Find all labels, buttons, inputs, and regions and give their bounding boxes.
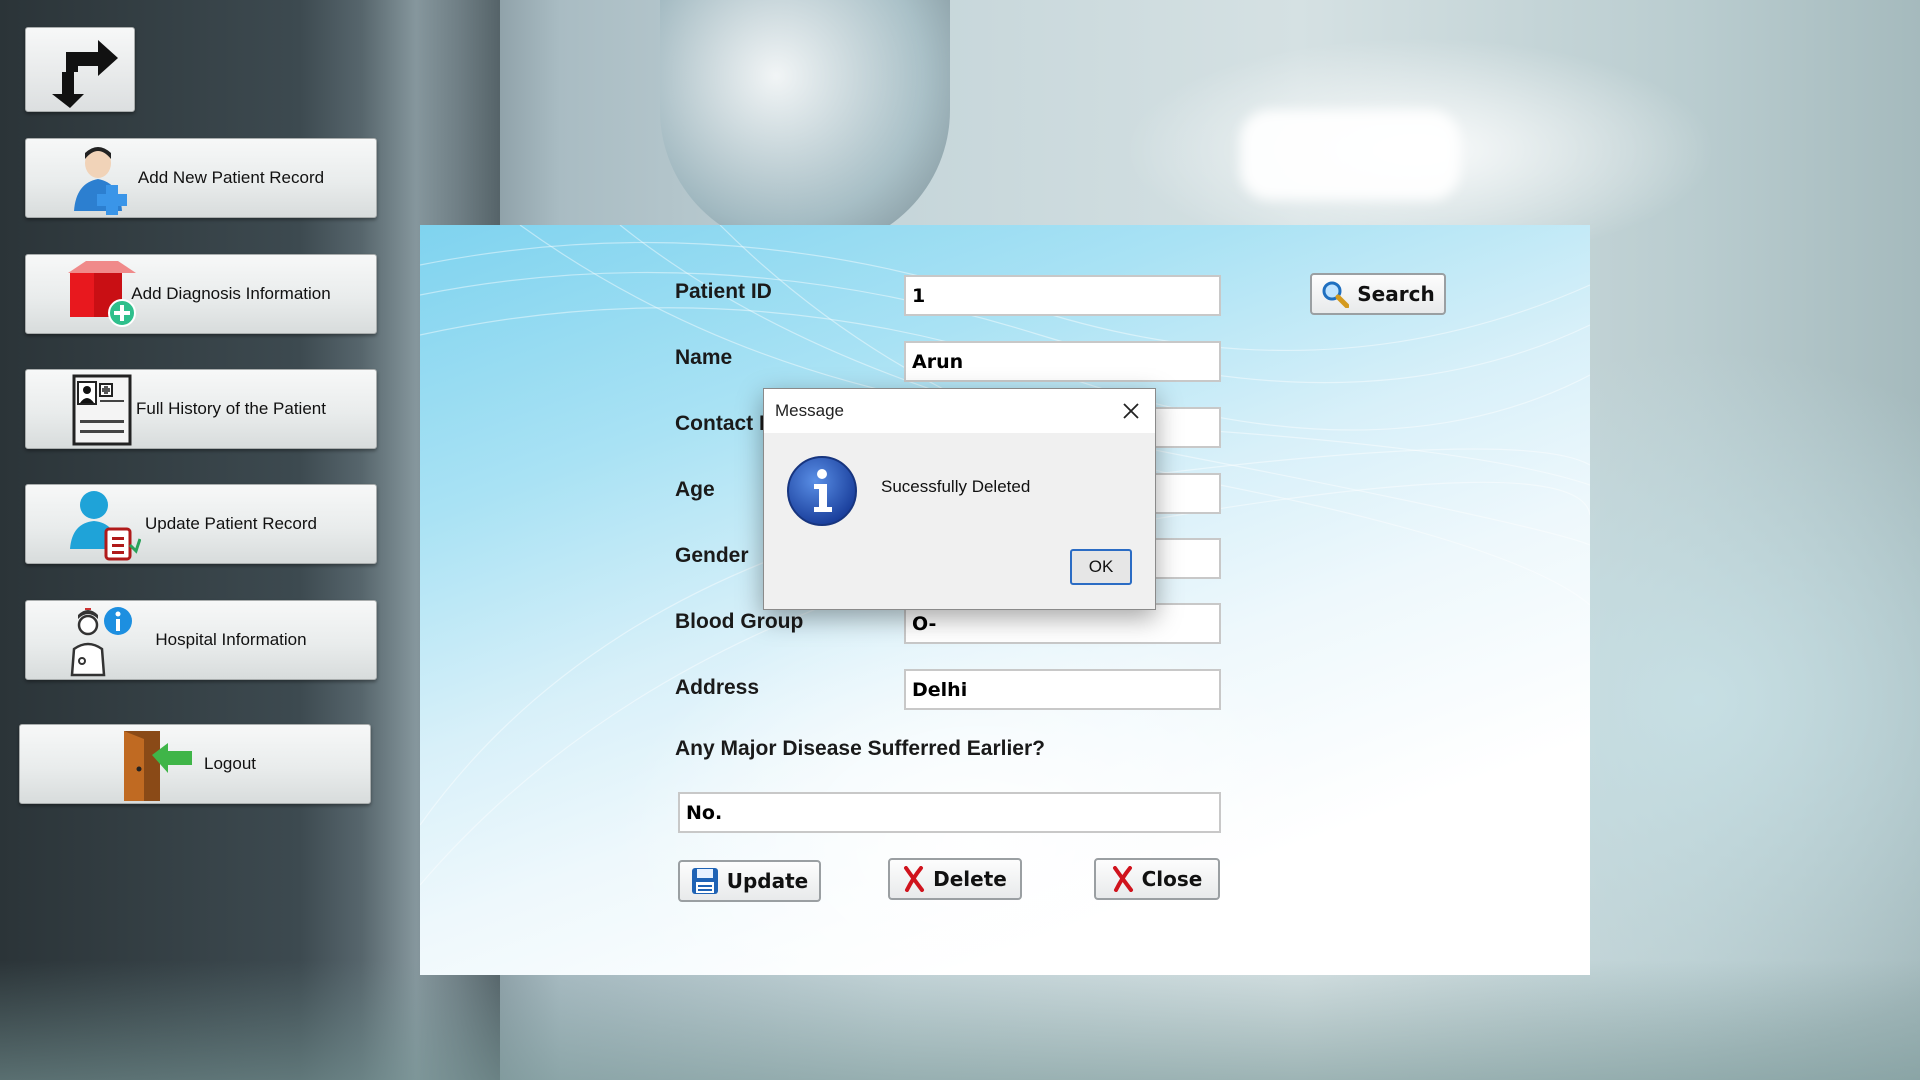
name-label: Name	[675, 346, 733, 369]
search-button-label: Search	[1357, 282, 1435, 306]
delete-button[interactable]: Delete	[888, 858, 1022, 900]
background-ceiling-light	[1240, 110, 1460, 200]
patient-id-input[interactable]: 1	[904, 275, 1221, 316]
sidebar-item-label: Hospital Information	[155, 630, 307, 649]
sidebar-item-label: Add New Patient Record	[137, 168, 325, 187]
save-floppy-icon	[691, 868, 718, 894]
search-button[interactable]: Search	[1310, 273, 1446, 315]
ok-button[interactable]: OK	[1070, 549, 1132, 585]
back-arrow-icon	[52, 40, 118, 108]
search-icon	[1322, 281, 1350, 308]
delete-x-icon	[904, 866, 925, 892]
info-icon	[787, 456, 857, 526]
address-label: Address	[675, 676, 760, 699]
add-diagnosis-button[interactable]: Add Diagnosis Information	[25, 254, 377, 334]
blood-group-label: Blood Group	[675, 610, 804, 633]
patient-id-label: Patient ID	[675, 280, 772, 303]
sidebar-item-label: Full History of the Patient	[136, 399, 326, 418]
full-history-button[interactable]: Full History of the Patient	[25, 369, 377, 449]
disease-input[interactable]: No.	[678, 792, 1221, 833]
dialog-title: Message	[775, 401, 844, 420]
hospital-info-button[interactable]: Hospital Information	[25, 600, 377, 680]
background-floor	[0, 960, 1920, 1080]
name-input[interactable]: Arun	[904, 341, 1221, 382]
close-button[interactable]: Close	[1094, 858, 1220, 900]
message-dialog: Message Sucessfully Deleted OK	[763, 388, 1156, 610]
dialog-title-bar: Message	[764, 389, 1155, 433]
sidebar-item-label: Logout	[204, 754, 256, 773]
sidebar-item-label: Add Diagnosis Information	[131, 284, 331, 303]
close-x-icon	[1112, 866, 1133, 892]
disease-question-label: Any Major Disease Sufferred Earlier?	[675, 737, 1045, 760]
ok-button-label: OK	[1088, 557, 1114, 576]
background-iv-bottle	[660, 0, 950, 250]
update-button-label: Update	[726, 869, 809, 893]
age-label: Age	[675, 478, 715, 501]
add-new-patient-button[interactable]: Add New Patient Record	[25, 138, 377, 218]
close-button-label: Close	[1141, 867, 1203, 891]
back-button[interactable]	[25, 27, 135, 112]
dialog-message: Sucessfully Deleted	[881, 477, 1031, 496]
close-icon[interactable]	[1119, 399, 1143, 423]
update-button[interactable]: Update	[678, 860, 821, 902]
logout-button[interactable]: Logout	[19, 724, 371, 804]
gender-label: Gender	[675, 544, 749, 567]
delete-button-label: Delete	[933, 867, 1007, 891]
update-patient-button[interactable]: Update Patient Record	[25, 484, 377, 564]
sidebar-item-label: Update Patient Record	[145, 514, 317, 533]
address-input[interactable]: Delhi	[904, 669, 1221, 710]
